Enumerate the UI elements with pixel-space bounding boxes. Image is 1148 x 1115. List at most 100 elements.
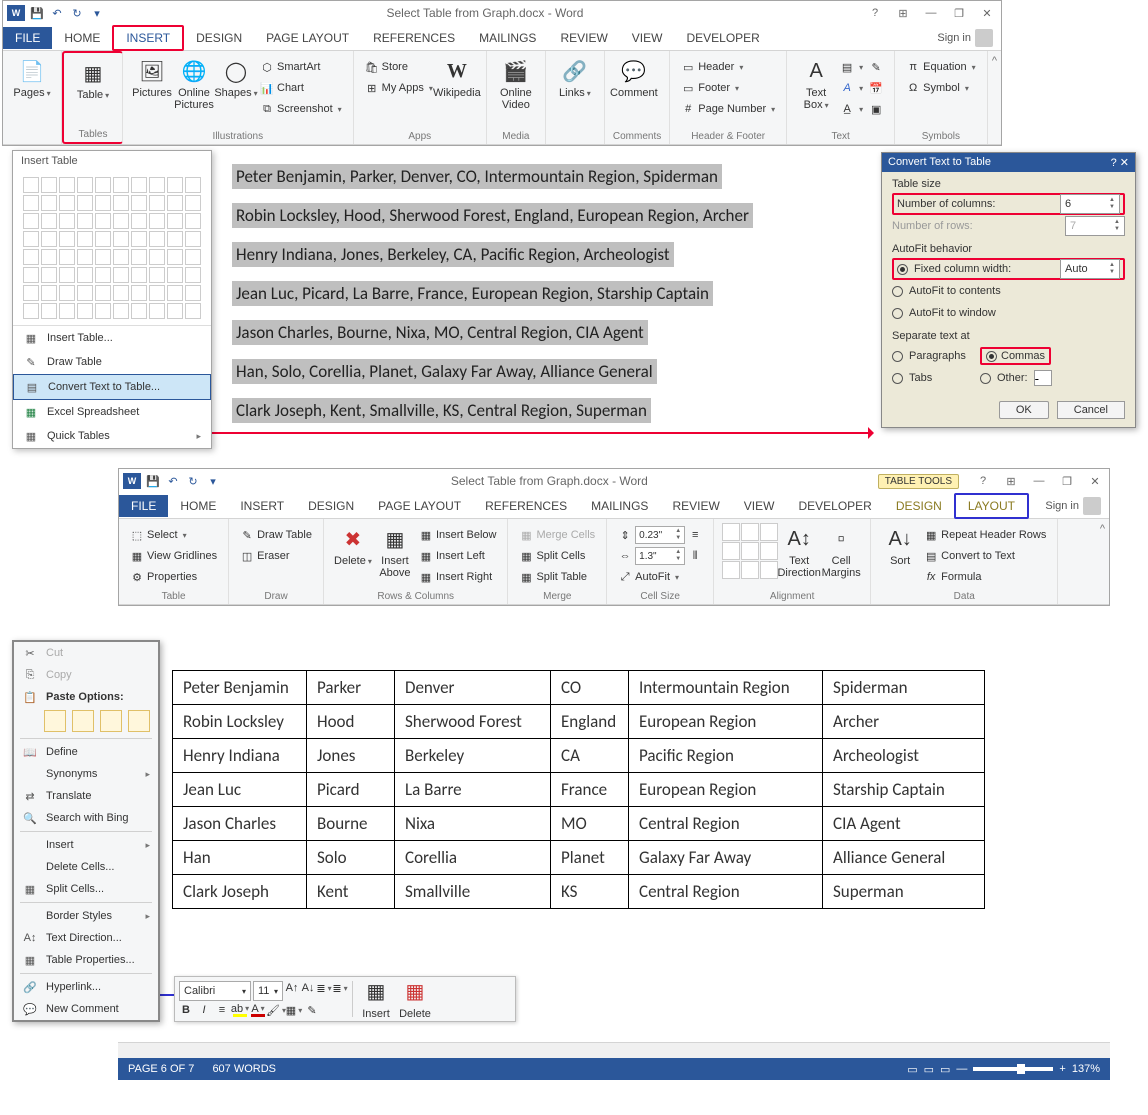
table-cell[interactable]: Robin Locksley <box>173 705 307 739</box>
table-cell[interactable]: CA <box>551 739 629 773</box>
format-painter-icon[interactable]: 🖌 <box>269 1003 283 1017</box>
num-columns-input[interactable]: 6▲▼ <box>1060 194 1120 214</box>
radio-autofit-contents[interactable] <box>892 286 903 297</box>
tab-insert[interactable]: INSERT <box>112 25 184 51</box>
table-cell[interactable]: Corellia <box>395 841 551 875</box>
table-cell[interactable]: Pacific Region <box>629 739 823 773</box>
ctx-define[interactable]: 📖Define <box>14 741 158 763</box>
eraser-button[interactable]: ◫Eraser <box>240 546 312 566</box>
insert-right-button[interactable]: ▦Insert Right <box>419 567 497 587</box>
tab-design[interactable]: DESIGN <box>184 27 254 49</box>
zoom-level[interactable]: 137% <box>1072 1063 1100 1075</box>
shrink-font-icon[interactable]: A↓ <box>301 981 315 995</box>
ribbon-display-icon[interactable]: ⊞ <box>893 7 913 20</box>
paste-option-2-icon[interactable] <box>72 710 94 732</box>
horizontal-scrollbar[interactable] <box>118 1042 1110 1058</box>
equation-button[interactable]: πEquation <box>906 57 975 77</box>
paste-option-1-icon[interactable] <box>44 710 66 732</box>
tab-view[interactable]: VIEW <box>620 27 675 49</box>
collapse-ribbon-icon[interactable]: ^ <box>988 51 1001 144</box>
tab-tt-design[interactable]: DESIGN <box>884 495 954 517</box>
table-row[interactable]: Clark JosephKentSmallvilleKSCentral Regi… <box>173 875 985 909</box>
table-cell[interactable]: MO <box>551 807 629 841</box>
table-cell[interactable]: European Region <box>629 705 823 739</box>
insert-left-button[interactable]: ▦Insert Left <box>419 546 497 566</box>
date-time-button[interactable]: 📅 <box>869 78 883 98</box>
table-button[interactable]: ▦Table <box>72 57 114 103</box>
collapse-ribbon-icon[interactable]: ^ <box>1096 519 1109 604</box>
table-cell[interactable]: England <box>551 705 629 739</box>
ctx-copy[interactable]: ⎘Copy <box>14 664 158 686</box>
comment-button[interactable]: 💬Comment <box>613 55 655 101</box>
styles-icon[interactable]: ✎ <box>305 1003 319 1017</box>
table-row[interactable]: Jason CharlesBourneNixaMOCentral RegionC… <box>173 807 985 841</box>
zoom-out-icon[interactable]: — <box>956 1063 967 1075</box>
alignment-grid[interactable] <box>722 523 778 581</box>
ctx-border-styles[interactable]: Border Styles <box>14 905 158 927</box>
help-icon[interactable]: ? <box>973 475 993 488</box>
table-row[interactable]: HanSoloCorelliaPlanetGalaxy Far AwayAlli… <box>173 841 985 875</box>
sort-button[interactable]: A↓Sort <box>879 523 921 589</box>
tab-design[interactable]: DESIGN <box>296 495 366 517</box>
font-select[interactable]: Calibri▾ <box>179 981 251 1001</box>
split-cells-button[interactable]: ▦Split Cells <box>519 546 595 566</box>
ok-button[interactable]: OK <box>999 401 1049 419</box>
ctx-translate[interactable]: ⇄Translate <box>14 785 158 807</box>
help-icon[interactable]: ? <box>865 7 885 20</box>
radio-commas[interactable] <box>986 351 997 362</box>
ctx-search-bing[interactable]: 🔍Search with Bing <box>14 807 158 829</box>
dropcap-button[interactable]: A̲ <box>840 99 863 119</box>
sign-in[interactable]: Sign in <box>1037 497 1109 515</box>
store-button[interactable]: 🛍Store <box>365 57 433 77</box>
document-body[interactable]: Peter Benjamin, Parker, Denver, CO, Inte… <box>232 164 862 437</box>
symbol-button[interactable]: ΩSymbol <box>906 78 975 98</box>
ctx-delete-cells[interactable]: Delete Cells... <box>14 856 158 878</box>
tab-references[interactable]: REFERENCES <box>473 495 579 517</box>
font-size-select[interactable]: 11▾ <box>253 981 283 1001</box>
tab-home[interactable]: HOME <box>168 495 228 517</box>
formula-button[interactable]: fxFormula <box>924 567 1046 587</box>
repeat-header-button[interactable]: ▦Repeat Header Rows <box>924 525 1046 545</box>
tab-insert[interactable]: INSERT <box>228 495 296 517</box>
italic-icon[interactable]: I <box>197 1003 211 1017</box>
table-cell[interactable]: Jones <box>307 739 395 773</box>
table-cell[interactable]: Jean Luc <box>173 773 307 807</box>
restore-icon[interactable]: ❐ <box>1057 475 1077 488</box>
properties-button[interactable]: ⚙Properties <box>130 567 217 587</box>
minimize-icon[interactable]: — <box>1029 475 1049 488</box>
qat-save-icon[interactable]: 💾 <box>29 5 45 21</box>
table-row[interactable]: Peter BenjaminParkerDenverCOIntermountai… <box>173 671 985 705</box>
table-cell[interactable]: Archeologist <box>823 739 985 773</box>
table-cell[interactable]: Alliance General <box>823 841 985 875</box>
table-cell[interactable]: Berkeley <box>395 739 551 773</box>
menu-quick-tables[interactable]: ▦Quick Tables▸ <box>13 424 211 448</box>
table-cell[interactable]: Galaxy Far Away <box>629 841 823 875</box>
table-cell[interactable]: Intermountain Region <box>629 671 823 705</box>
tab-home[interactable]: HOME <box>52 27 112 49</box>
header-button[interactable]: ▭Header <box>681 57 775 77</box>
ctx-new-comment[interactable]: 💬New Comment <box>14 998 158 1020</box>
view-read-icon[interactable]: ▭ <box>907 1063 917 1076</box>
table-cell[interactable]: Nixa <box>395 807 551 841</box>
links-button[interactable]: 🔗Links <box>554 55 596 101</box>
insert-above-button[interactable]: ▦Insert Above <box>374 523 416 589</box>
tab-review[interactable]: REVIEW <box>548 27 619 49</box>
text-direction-button[interactable]: A↕Text Direction <box>778 523 820 581</box>
qat-save-icon[interactable]: 💾 <box>145 473 161 489</box>
paste-option-4-icon[interactable] <box>128 710 150 732</box>
ctx-text-direction[interactable]: A↕Text Direction... <box>14 927 158 949</box>
wikipedia-button[interactable]: WWikipedia <box>436 55 478 101</box>
cell-margins-button[interactable]: ▫Cell Margins <box>820 523 862 581</box>
tab-developer[interactable]: DEVELOPER <box>674 27 771 49</box>
tab-page-layout[interactable]: PAGE LAYOUT <box>366 495 473 517</box>
online-video-button[interactable]: 🎬Online Video <box>495 55 537 113</box>
font-color-icon[interactable]: A <box>251 1003 265 1017</box>
table-cell[interactable]: Starship Captain <box>823 773 985 807</box>
page-status[interactable]: PAGE 6 OF 7 <box>128 1063 194 1075</box>
close-icon[interactable]: ✕ <box>977 7 997 20</box>
qat-customize-icon[interactable]: ▾ <box>89 5 105 21</box>
table-cell[interactable]: Bourne <box>307 807 395 841</box>
table-cell[interactable]: Hood <box>307 705 395 739</box>
qat-redo-icon[interactable]: ↻ <box>69 5 85 21</box>
table-row[interactable]: Jean LucPicardLa BarreFranceEuropean Reg… <box>173 773 985 807</box>
